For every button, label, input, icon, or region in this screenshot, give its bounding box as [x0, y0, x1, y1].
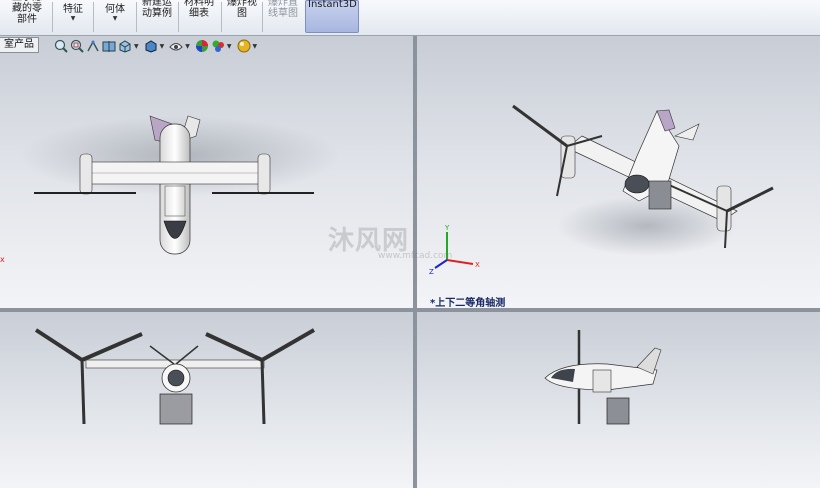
button-label: Instant3D	[308, 0, 357, 10]
command-manager-ribbon: 显示隐 藏的零 部件 特征▼ 何体▼ 新建运 动算例 材料明 细表 爆炸视 图 …	[0, 0, 820, 36]
ribbon-separator	[52, 2, 53, 32]
button-label: 显示隐 藏的零 部件	[12, 0, 42, 25]
show-hidden-components-button[interactable]: 显示隐 藏的零 部件	[6, 0, 48, 26]
button-label: 爆炸视 图	[227, 0, 257, 19]
aircraft-isometric-view-model[interactable]: Y X Z	[417, 36, 820, 308]
dropdown-arrow-icon[interactable]: ▼	[56, 15, 90, 22]
new-motion-study-button[interactable]: 新建运 动算例	[139, 0, 175, 31]
viewport-orientation-label: *上下二等角轴测	[430, 298, 506, 309]
button-label: 特征	[63, 4, 83, 15]
triad-z-label: Z	[429, 268, 434, 276]
explode-line-sketch-button[interactable]: 爆炸直 线草图	[264, 0, 302, 31]
ribbon-separator	[136, 2, 137, 32]
instant3d-button[interactable]: Instant3D	[305, 0, 359, 33]
button-label: 爆炸直 线草图	[268, 0, 298, 19]
dropdown-arrow-icon[interactable]: ▼	[98, 15, 132, 22]
ribbon-separator	[221, 2, 222, 32]
ribbon-separator	[178, 2, 179, 32]
coordinate-triad: Y X Z	[429, 224, 480, 276]
ribbon-separator	[262, 2, 263, 32]
origin-marker: x	[0, 255, 5, 264]
triad-y-label: Y	[444, 224, 450, 232]
aircraft-right-view-model[interactable]	[417, 312, 820, 488]
ribbon-separator	[93, 2, 94, 32]
triad-x-label: X	[475, 261, 480, 269]
button-label: 材料明 细表	[184, 0, 214, 19]
reference-geometry-button[interactable]: 何体 ▼	[98, 4, 132, 35]
button-label: 新建运 动算例	[142, 0, 172, 19]
exploded-view-button[interactable]: 爆炸视 图	[224, 0, 260, 31]
bill-of-materials-button[interactable]: 材料明 细表	[181, 0, 217, 31]
assembly-features-button[interactable]: 特征 ▼	[56, 4, 90, 35]
aircraft-front-view-model[interactable]	[0, 312, 413, 488]
button-label: 何体	[105, 4, 125, 15]
watermark-url: www.mfcad.com	[378, 251, 453, 261]
aircraft-top-view-model[interactable]: x	[0, 36, 413, 308]
